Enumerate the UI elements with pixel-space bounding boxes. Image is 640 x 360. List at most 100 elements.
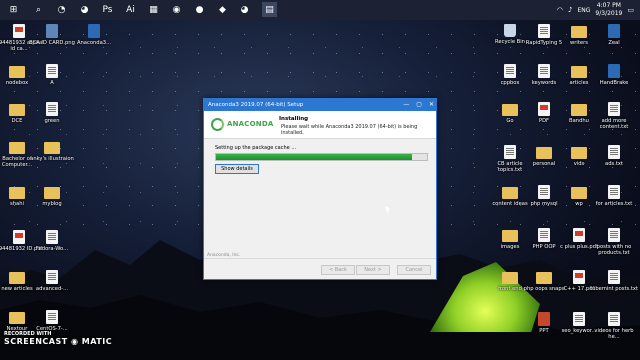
exe-file-icon: [88, 24, 100, 38]
search-icon[interactable]: ⌕: [31, 2, 46, 17]
footer-divider: [204, 258, 436, 259]
desktop-icon-label: BCA ID CARD.png: [29, 40, 75, 46]
recycle-file-icon: [504, 24, 516, 37]
folder-file-icon: [571, 187, 587, 199]
desktop-icon-label: advanced-...: [35, 286, 69, 292]
exe-file-icon: [608, 24, 620, 38]
txt-file-icon: [538, 228, 550, 242]
next-button[interactable]: Next >: [356, 265, 390, 275]
desktop-icon[interactable]: videos for herb he...: [590, 312, 638, 340]
wifi-icon[interactable]: ◠: [557, 6, 563, 14]
pdf-file-icon: [538, 102, 550, 116]
chrome-icon[interactable]: ◕: [77, 2, 92, 17]
txt-file-icon: [608, 185, 620, 199]
pdf-file-icon: [573, 228, 585, 242]
desktop-icon[interactable]: green: [28, 102, 76, 124]
img-file-icon: [46, 24, 58, 38]
desktop-icon[interactable]: Fedora-Wo...: [28, 230, 76, 252]
folder-file-icon: [536, 147, 552, 159]
taskbar: ◠ ♪ ENG 4:07 PM 9/3/2019 ▭ ⊞ ⌕ ◔ ◕ Ps Ai ▦ ◉ ● ◆ ◕…: [0, 0, 640, 20]
chat-icon[interactable]: ◔: [54, 2, 69, 17]
folder-file-icon: [44, 142, 60, 154]
desktop-icon[interactable]: anky's illustraion: [28, 140, 76, 162]
calculator-icon[interactable]: ▦: [146, 2, 161, 17]
folder-file-icon: [571, 26, 587, 38]
camera-icon[interactable]: ◉: [169, 2, 184, 17]
volume-icon[interactable]: ♪: [568, 6, 572, 14]
minimize-icon[interactable]: —: [403, 99, 409, 111]
pdf-file-icon: [13, 24, 25, 38]
desktop-icon[interactable]: A: [28, 64, 76, 86]
desktop-icon[interactable]: BCA ID CARD.png: [28, 24, 76, 46]
desktop-icon-label: Fedora-Wo...: [35, 246, 69, 252]
photoshop-icon[interactable]: Ps: [100, 2, 115, 17]
dialog-header: ANACONDA Installing Please wait while An…: [204, 111, 436, 139]
folder-file-icon: [9, 312, 25, 324]
folder-file-icon: [44, 187, 60, 199]
language-indicator[interactable]: ENG: [577, 7, 590, 14]
txt-file-icon: [46, 102, 58, 116]
desktop-icon-label: ads.txt: [605, 161, 623, 167]
desktop-icon[interactable]: tubemint posts.txt: [590, 270, 638, 292]
txt-file-icon: [504, 145, 516, 159]
txt-file-icon: [46, 230, 58, 244]
system-tray: ◠ ♪ ENG 4:07 PM 9/3/2019 ▭: [557, 0, 640, 20]
pdf-file-icon: [13, 230, 25, 244]
anaconda-setup-dialog: Anaconda3 2019.07 (64-bit) Setup — ▢ ✕ A…: [203, 98, 437, 280]
desktop-icon[interactable]: add more content.txt: [590, 102, 638, 130]
desktop-icon-label: green: [44, 118, 60, 124]
explorer-icon[interactable]: ▤: [262, 2, 277, 17]
desktop-icon-label: tubemint posts.txt: [590, 286, 638, 292]
folder-file-icon: [536, 272, 552, 284]
folder-file-icon: [9, 142, 25, 154]
screencast-watermark: RECORDED WITH SCREENCAST ◉ MATIC: [4, 331, 112, 346]
desktop-icon[interactable]: myblog: [28, 185, 76, 207]
illustrator-icon[interactable]: Ai: [123, 2, 138, 17]
folder-file-icon: [571, 66, 587, 78]
back-button[interactable]: < Back: [321, 265, 355, 275]
progress-fill: [216, 154, 413, 160]
dialog-titlebar[interactable]: Anaconda3 2019.07 (64-bit) Setup — ▢ ✕: [204, 99, 436, 111]
folder-file-icon: [571, 104, 587, 116]
status-text: Setting up the package cache ...: [215, 145, 297, 151]
pdf-file-icon: [573, 270, 585, 284]
folder-file-icon: [9, 187, 25, 199]
folder-file-icon: [9, 104, 25, 116]
folder-file-icon: [502, 104, 518, 116]
folder-file-icon: [502, 272, 518, 284]
windows-logo-icon[interactable]: ⊞: [6, 2, 21, 17]
desktop-icon-label: posts with no products.txt: [596, 244, 632, 256]
chrome-icon[interactable]: ◕: [237, 2, 252, 17]
folder-file-icon: [502, 187, 518, 199]
recorder-icon[interactable]: ●: [192, 2, 207, 17]
cancel-button[interactable]: Cancel: [397, 265, 431, 275]
desktop-icon-label: add more content.txt: [599, 118, 629, 130]
txt-file-icon: [46, 310, 58, 324]
show-details-button[interactable]: Show details: [215, 164, 259, 174]
desktop-icon-label: Anaconda3...: [76, 40, 112, 46]
txt-file-icon: [46, 64, 58, 78]
vscode-icon[interactable]: ◆: [215, 2, 230, 17]
txt-file-icon: [538, 64, 550, 78]
desktop-icon[interactable]: CentOS-7-...: [28, 310, 76, 332]
txt-file-icon: [538, 24, 550, 38]
txt-file-icon: [538, 185, 550, 199]
install-progress-bar: [215, 153, 428, 161]
desktop-icon[interactable]: HandBrake: [590, 64, 638, 86]
desktop-icon[interactable]: Anaconda3...: [70, 24, 118, 46]
desktop-icon[interactable]: for articles.txt: [590, 185, 638, 207]
txt-file-icon: [608, 270, 620, 284]
clock-time: 4:07 PM: [596, 2, 621, 9]
watermark-bottom: SCREENCAST ◉ MATIC: [4, 337, 113, 346]
header-title: Installing: [279, 116, 309, 122]
desktop-icon[interactable]: Zeal: [590, 24, 638, 46]
notifications-icon[interactable]: ▭: [627, 6, 634, 14]
desktop-icon-label: anky's illustraion: [30, 156, 74, 162]
desktop-icon[interactable]: ads.txt: [590, 145, 638, 167]
desktop-icon[interactable]: advanced-...: [28, 270, 76, 292]
maximize-icon[interactable]: ▢: [416, 99, 422, 111]
close-icon[interactable]: ✕: [429, 99, 434, 111]
vendor-label: Anaconda, Inc.: [207, 253, 243, 258]
clock[interactable]: 4:07 PM 9/3/2019: [595, 2, 622, 18]
desktop-icon[interactable]: posts with no products.txt: [590, 228, 638, 256]
